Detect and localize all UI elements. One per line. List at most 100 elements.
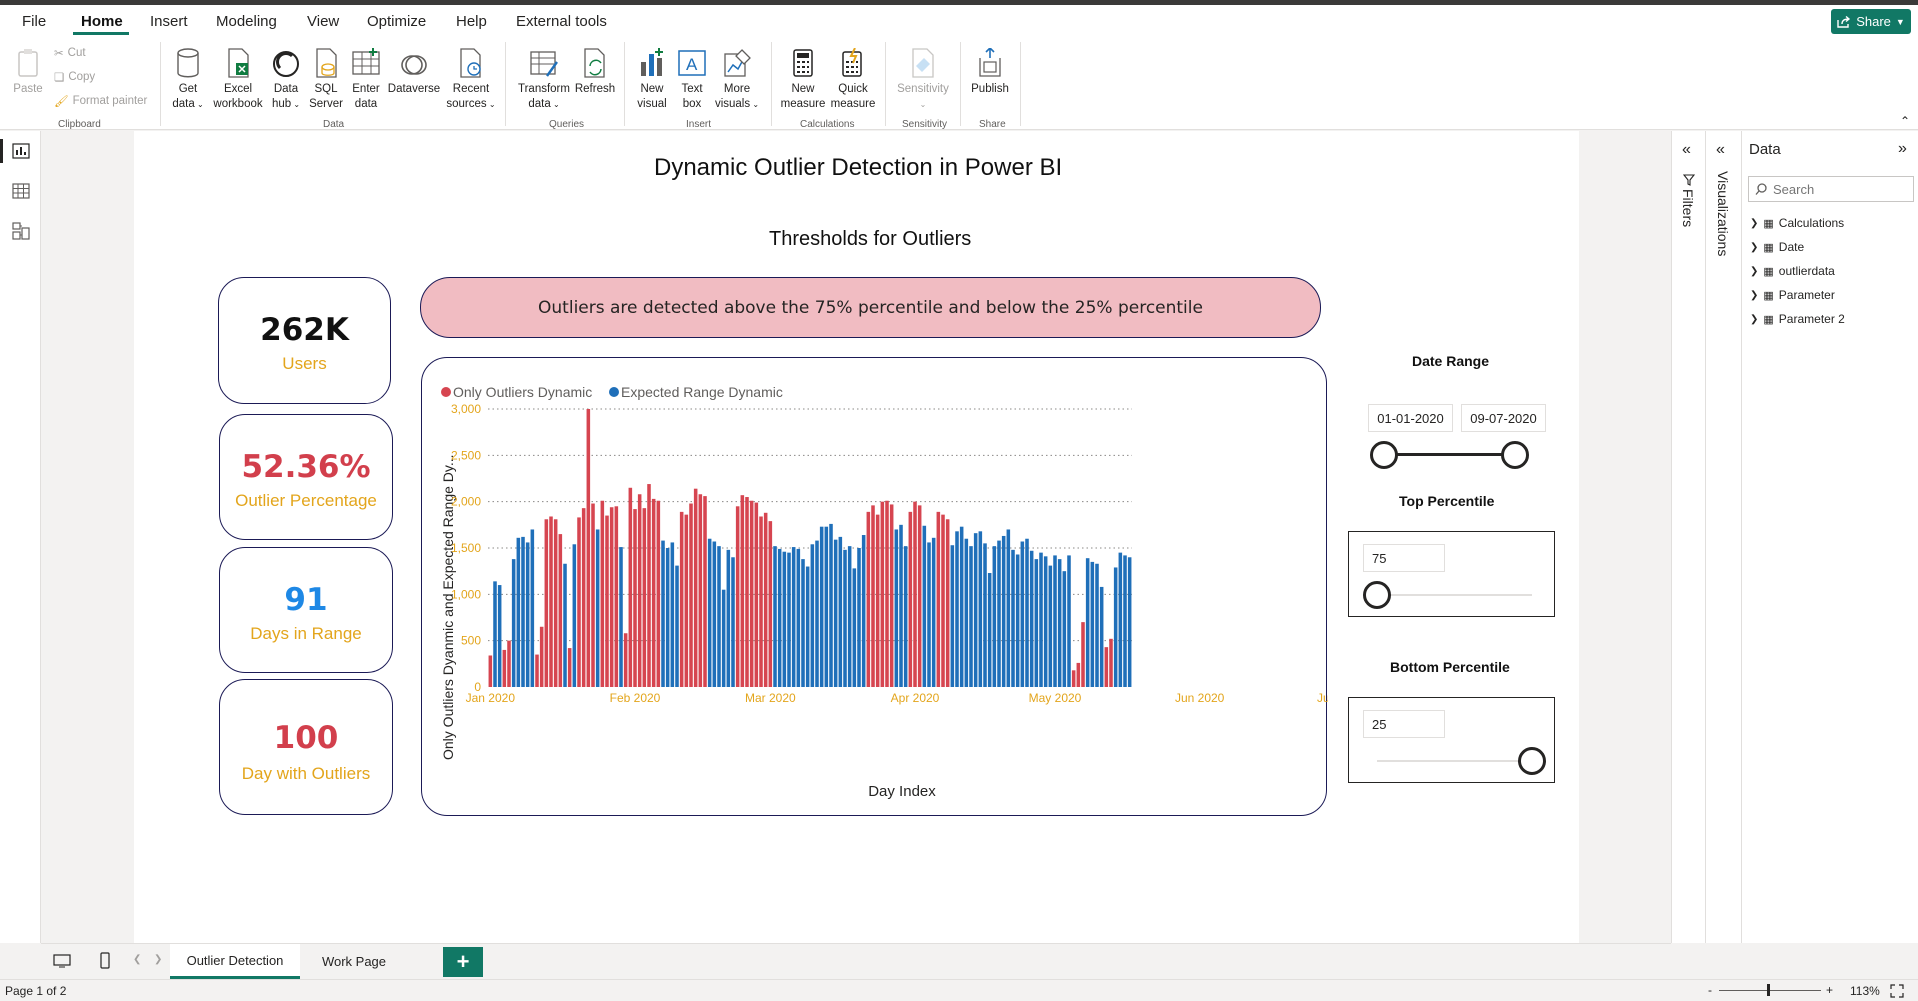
- expected-range-bar[interactable]: [847, 546, 852, 687]
- double-chevron-right-icon[interactable]: »: [1898, 140, 1907, 158]
- outlier-bar[interactable]: [633, 509, 637, 687]
- expected-range-bar[interactable]: [931, 537, 936, 687]
- expected-range-bar[interactable]: [1006, 529, 1011, 687]
- outlier-bar[interactable]: [605, 515, 609, 687]
- outlier-bar[interactable]: [745, 497, 749, 687]
- outlier-bar[interactable]: [600, 500, 605, 687]
- outlier-bar[interactable]: [567, 648, 572, 687]
- days-in-range-card[interactable]: 91 Days in Range: [219, 547, 393, 673]
- outlier-bar[interactable]: [577, 517, 581, 687]
- expected-range-bar[interactable]: [1123, 555, 1127, 687]
- expected-range-bar[interactable]: [978, 531, 983, 687]
- zoom-out-button[interactable]: -: [1708, 983, 1712, 997]
- expected-range-bar[interactable]: [712, 541, 717, 687]
- expected-range-bar[interactable]: [511, 559, 516, 687]
- sensitivity-button[interactable]: Sensitivity ⌄: [893, 46, 953, 112]
- menu-help[interactable]: Help: [456, 13, 487, 30]
- top-percentile-input[interactable]: 75: [1363, 544, 1445, 572]
- expected-range-bar[interactable]: [1095, 563, 1099, 687]
- expected-range-bar[interactable]: [1113, 567, 1118, 687]
- share-button[interactable]: Share ▼: [1831, 9, 1911, 34]
- bottom-percentile-input[interactable]: 25: [1363, 710, 1445, 738]
- quick-measure-button[interactable]: Quick measure: [830, 46, 876, 112]
- expected-range-bar[interactable]: [843, 549, 847, 687]
- expected-range-bar[interactable]: [1090, 561, 1095, 687]
- outlier-bar[interactable]: [754, 502, 759, 687]
- expected-range-bar[interactable]: [721, 589, 726, 687]
- outlier-bar[interactable]: [913, 501, 917, 687]
- model-view-icon[interactable]: [12, 222, 30, 245]
- menu-view[interactable]: View: [307, 13, 339, 30]
- expected-range-bar[interactable]: [773, 546, 777, 687]
- dataverse-button[interactable]: Dataverse: [386, 46, 442, 97]
- outlier-bar[interactable]: [502, 649, 507, 687]
- expected-range-bar[interactable]: [1015, 554, 1020, 687]
- expected-range-bar[interactable]: [819, 526, 824, 687]
- outlier-bar[interactable]: [889, 504, 894, 687]
- expected-range-bar[interactable]: [815, 540, 819, 687]
- fit-to-page-icon[interactable]: [1890, 984, 1904, 1001]
- outlier-bar-chart[interactable]: Only Outliers Dynamic Expected Range Dyn…: [422, 358, 1363, 817]
- double-chevron-left-icon[interactable]: «: [1682, 141, 1691, 159]
- outlier-bar[interactable]: [535, 654, 539, 687]
- expected-range-bar[interactable]: [1029, 550, 1034, 687]
- expected-range-bar[interactable]: [661, 540, 665, 687]
- expected-range-bar[interactable]: [1053, 555, 1057, 687]
- expected-range-bar[interactable]: [861, 535, 866, 687]
- expected-range-bar[interactable]: [1048, 565, 1053, 687]
- zoom-slider-handle[interactable]: [1767, 984, 1770, 996]
- expected-range-bar[interactable]: [959, 526, 964, 687]
- expected-range-bar[interactable]: [525, 542, 530, 687]
- expected-range-bar[interactable]: [824, 526, 829, 687]
- expected-range-bar[interactable]: [787, 552, 791, 687]
- expected-range-bar[interactable]: [726, 549, 731, 687]
- outlier-bar[interactable]: [885, 500, 889, 687]
- menu-external-tools[interactable]: External tools: [516, 13, 607, 30]
- expected-range-bar[interactable]: [1057, 559, 1062, 687]
- outlier-bar[interactable]: [651, 498, 656, 687]
- expected-range-bar[interactable]: [810, 544, 815, 687]
- expected-range-bar[interactable]: [521, 536, 525, 687]
- outlier-bar[interactable]: [740, 495, 745, 687]
- outlier-bar[interactable]: [623, 633, 628, 687]
- expected-range-bar[interactable]: [595, 529, 600, 687]
- enter-data-button[interactable]: Enter data: [348, 46, 384, 112]
- visualizations-pane-collapsed[interactable]: « Visualizations: [1705, 131, 1741, 943]
- desktop-layout-icon[interactable]: [53, 954, 71, 973]
- paste-button[interactable]: Paste: [11, 46, 45, 97]
- sql-server-button[interactable]: SQL Server: [308, 46, 344, 112]
- outlier-chart-card[interactable]: Only Outliers Dynamic Expected Range Dyn…: [421, 357, 1363, 817]
- expected-range-bar[interactable]: [894, 529, 899, 687]
- expected-range-bar[interactable]: [964, 538, 969, 687]
- outlier-bar[interactable]: [945, 519, 950, 687]
- expected-range-bar[interactable]: [1034, 559, 1039, 687]
- zoom-in-button[interactable]: +: [1826, 983, 1833, 997]
- expected-range-bar[interactable]: [782, 551, 787, 687]
- date-start-handle[interactable]: [1370, 441, 1398, 469]
- expected-range-bar[interactable]: [927, 542, 931, 687]
- publish-button[interactable]: Publish: [966, 46, 1014, 97]
- outlier-bar[interactable]: [637, 494, 642, 687]
- menu-file[interactable]: File: [22, 13, 46, 30]
- expected-range-bar[interactable]: [516, 537, 521, 687]
- new-visual-button[interactable]: New visual: [632, 46, 672, 112]
- top-percentile-handle[interactable]: [1363, 581, 1391, 609]
- outlier-bar[interactable]: [642, 508, 647, 687]
- expected-range-bar[interactable]: [1067, 555, 1071, 687]
- expected-range-bar[interactable]: [670, 542, 675, 687]
- users-card[interactable]: 262K Users: [218, 277, 391, 404]
- expected-range-bar[interactable]: [1001, 535, 1006, 687]
- table-view-icon[interactable]: [12, 183, 30, 204]
- table-parameter-2[interactable]: ❯ ▦ Parameter 2: [1750, 312, 1845, 326]
- expected-range-bar[interactable]: [777, 548, 782, 687]
- tab-work-page[interactable]: Work Page: [304, 944, 404, 979]
- expected-range-bar[interactable]: [838, 536, 843, 687]
- scroll-left-icon[interactable]: ❮: [133, 954, 141, 965]
- recent-sources-button[interactable]: Recent sources ⌄: [446, 46, 496, 112]
- outlier-bar[interactable]: [735, 506, 740, 687]
- top-percentile-track[interactable]: [1377, 594, 1532, 596]
- outlier-bar[interactable]: [759, 516, 763, 687]
- expected-range-bar[interactable]: [707, 538, 712, 687]
- start-date-input[interactable]: 01-01-2020: [1368, 404, 1453, 432]
- transform-data-button[interactable]: Transform data ⌄: [514, 46, 574, 112]
